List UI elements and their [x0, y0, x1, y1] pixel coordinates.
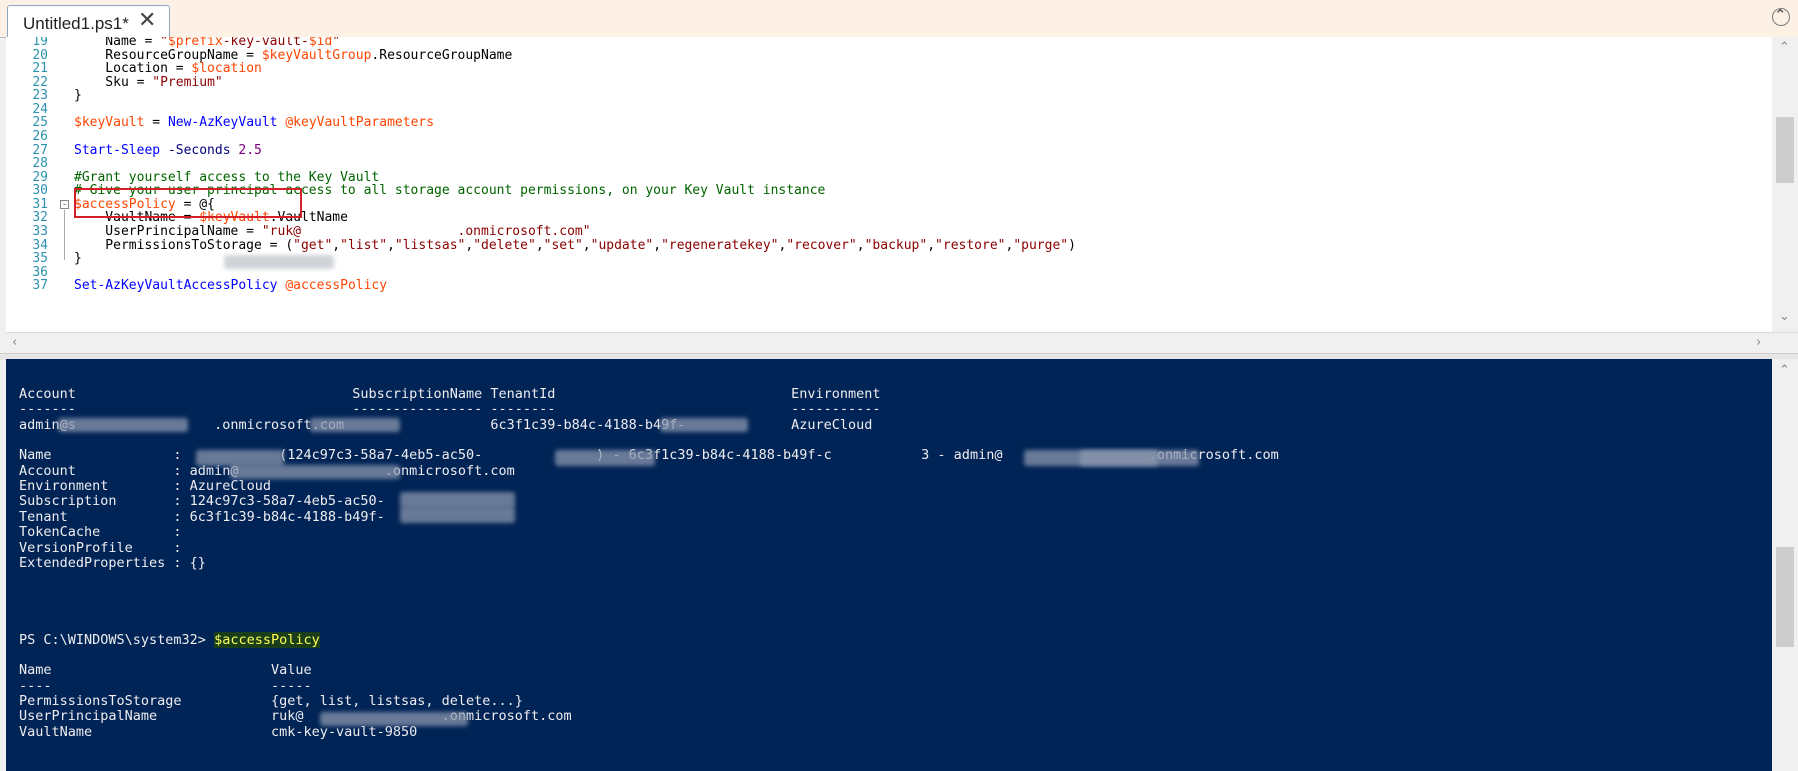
- code-line[interactable]: Sku = "Premium": [74, 75, 222, 91]
- tab-title: Untitled1.ps1*: [23, 14, 129, 33]
- script-tab[interactable]: Untitled1.ps1* ✕: [7, 5, 170, 37]
- console-line: VaultName cmk-key-vault-9850: [19, 723, 418, 740]
- line-number-gutter: 19 20 21 22 23 24 25 26 27 28 29 30 31 32 33 34 35 36 37: [6, 37, 54, 332]
- console-line: Subscription : 124c97c3-58a7-4eb5-ac50-: [19, 493, 385, 510]
- console-line: VersionProfile :: [19, 539, 182, 556]
- redacted-text: [400, 507, 515, 523]
- redacted-text: [310, 418, 400, 432]
- tab-bar: Untitled1.ps1* ✕ ⌃: [0, 0, 1798, 38]
- editor-vertical-scrollbar[interactable]: ⌃ ⌄: [1772, 37, 1798, 332]
- redacted-text: [1024, 450, 1199, 466]
- redacted-text: [400, 492, 515, 508]
- fold-collapse-icon[interactable]: -: [60, 199, 69, 209]
- console-line: ExtendedProperties : {}: [19, 554, 206, 571]
- console-line: PS C:\WINDOWS\system32> $accessPolicy: [19, 631, 320, 648]
- redacted-text: [320, 712, 468, 726]
- scroll-thumb[interactable]: [1776, 547, 1794, 647]
- scroll-thumb[interactable]: [1776, 117, 1794, 183]
- console-line: Account SubscriptionName TenantId Enviro…: [19, 386, 881, 402]
- editor-horizontal-scrollbar[interactable]: ‹ ›: [6, 332, 1798, 354]
- console-vertical-scrollbar[interactable]: ⌃: [1772, 359, 1798, 771]
- console-line: Tenant : 6c3f1c39-b84c-4188-b49f-: [19, 508, 385, 525]
- collapse-script-pane-button[interactable]: ⌃: [1772, 6, 1790, 26]
- fold-guide: [64, 209, 65, 260]
- console-line: ---- -----: [19, 677, 312, 694]
- scroll-down-icon[interactable]: ⌄: [1779, 309, 1790, 324]
- console-line: Name Value: [19, 662, 312, 679]
- redacted-text: [58, 418, 188, 432]
- redacted-text: [660, 418, 748, 432]
- console-line: Environment : AzureCloud: [19, 478, 271, 495]
- scroll-up-icon[interactable]: ⌃: [1779, 363, 1790, 378]
- scroll-left-icon[interactable]: ‹: [12, 335, 17, 350]
- code-line[interactable]: }: [74, 88, 82, 104]
- scroll-right-icon[interactable]: ›: [1756, 335, 1761, 350]
- redacted-text: [555, 450, 655, 466]
- redacted-text: [230, 465, 400, 479]
- console-line: PermissionsToStorage {get, list, listsas…: [19, 693, 523, 709]
- chevron-up-icon: ⌃: [1774, 6, 1787, 24]
- close-icon[interactable]: ✕: [138, 7, 156, 33]
- code-line[interactable]: PermissionsToStorage = ("get","list","li…: [74, 238, 1076, 254]
- redacted-text: [196, 450, 284, 466]
- console-command: $accessPolicy: [214, 631, 320, 648]
- script-editor[interactable]: 19 20 21 22 23 24 25 26 27 28 29 30 31 32 33 34 35 36 37 N…: [6, 37, 1772, 332]
- scroll-up-icon[interactable]: ⌃: [1779, 40, 1790, 55]
- code-line[interactable]: }: [74, 251, 82, 267]
- code-line[interactable]: Start-Sleep -Seconds 2.5: [74, 143, 262, 159]
- console-line: ------- ---------------- -------- ------…: [19, 401, 881, 418]
- redacted-text: [224, 255, 334, 269]
- line-number: 37: [32, 278, 48, 294]
- console-line: UserPrincipalName ruk@ .onmicrosoft.com: [19, 708, 572, 725]
- highlight-box: [74, 188, 302, 218]
- console-line: TokenCache :: [19, 524, 182, 541]
- code-line[interactable]: Set-AzKeyVaultAccessPolicy @accessPolicy: [74, 278, 387, 294]
- code-line[interactable]: $keyVault = New-AzKeyVault @keyVaultPara…: [74, 115, 434, 131]
- console-pane[interactable]: Account SubscriptionName TenantId Enviro…: [6, 359, 1772, 771]
